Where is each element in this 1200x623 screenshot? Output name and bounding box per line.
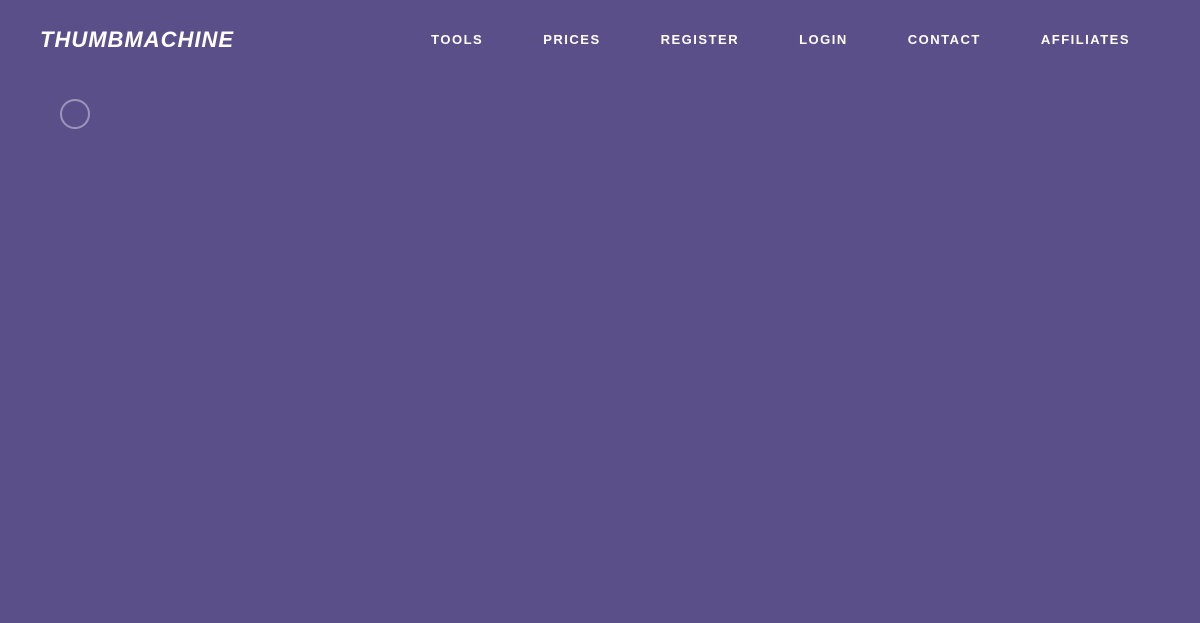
loading-circle (60, 99, 90, 129)
nav-contact[interactable]: CONTACT (878, 32, 1011, 47)
main-content (0, 79, 1200, 623)
nav-prices[interactable]: PRICES (513, 32, 630, 47)
nav-tools[interactable]: TOOLS (401, 32, 513, 47)
site-header: THUMBMACHINE TOOLS PRICES REGISTER LOGIN… (0, 0, 1200, 79)
nav-register[interactable]: REGISTER (631, 32, 769, 47)
site-logo[interactable]: THUMBMACHINE (40, 27, 234, 53)
nav-login[interactable]: LOGIN (769, 32, 878, 47)
main-nav: TOOLS PRICES REGISTER LOGIN CONTACT AFFI… (401, 32, 1160, 47)
nav-affiliates[interactable]: AFFILIATES (1011, 32, 1160, 47)
